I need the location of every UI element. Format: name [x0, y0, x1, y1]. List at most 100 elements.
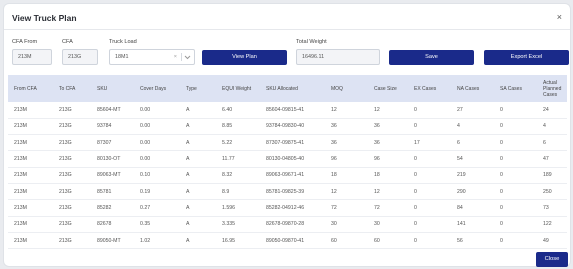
table-cell: 18 — [325, 167, 368, 184]
close-button[interactable]: Close — [536, 252, 568, 267]
table-header-row: From CFA To CFA SKU Cover Days Type EQUI Weig… — [8, 75, 567, 102]
table-cell: 219 — [451, 167, 494, 184]
table-cell: 0.00 — [134, 150, 180, 168]
table-row[interactable]: 213M 213G 89063-MT 0.10 A 8.32 89063-09671-41 1… — [8, 167, 567, 184]
table-row[interactable]: 213M 213G 93784 0.00 A 8.85 93784-09830-40 36 36… — [8, 118, 567, 136]
table-cell: 213M — [8, 216, 53, 233]
table-cell: 0 — [408, 232, 451, 250]
table-cell: 85282 — [91, 199, 134, 217]
table-cell: 93784-09830-40 — [260, 118, 325, 136]
table-cell: 12 — [325, 183, 368, 201]
table-cell: 89050-09870-41 — [260, 232, 325, 250]
export-excel-button[interactable]: Export Excel — [484, 50, 569, 65]
table-cell: 0.10 — [134, 167, 180, 184]
table-cell: 89063-MT — [91, 167, 134, 184]
table-cell: 0 — [494, 216, 537, 233]
table-cell: 0 — [494, 232, 537, 250]
truck-plan-table-container[interactable]: From CFA To CFA SKU Cover Days Type EQUI Weig… — [8, 75, 567, 250]
clear-icon[interactable]: × — [174, 50, 177, 64]
table-cell: 85604-09815-41 — [260, 102, 325, 119]
table-cell: 8.85 — [216, 118, 260, 136]
table-row[interactable]: 213M 213G 82678 0.35 A 3.335 82678-09870-28 30 3… — [8, 216, 567, 233]
table-cell: 0.35 — [134, 216, 180, 233]
table-cell: 87307 — [91, 134, 134, 152]
column-header: EQUI Weight — [216, 75, 260, 102]
table-cell: 213G — [53, 199, 91, 217]
table-cell: 0 — [494, 199, 537, 217]
table-cell: 30 — [325, 216, 368, 233]
table-cell: 0 — [494, 118, 537, 136]
save-button[interactable]: Save — [389, 50, 474, 65]
table-cell: 189 — [537, 167, 567, 184]
table-row[interactable]: 213M 213G 89050-MT 1.02 A 16.95 89050-09870-41… — [8, 232, 567, 250]
table-cell: A — [180, 134, 216, 152]
column-header: NA Cases — [451, 75, 494, 102]
table-cell: 250 — [537, 183, 567, 201]
column-header: SKU Allocated — [260, 75, 325, 102]
table-cell: 82678 — [91, 216, 134, 233]
table-cell: 213G — [53, 134, 91, 152]
view-truck-plan-modal: View Truck Plan × CFA From 213M CFA 213G… — [3, 3, 571, 267]
table-row[interactable]: 213M 213G 85781 0.19 A 8.9 85781-09825-39 12 12 0… — [8, 183, 567, 201]
column-header: MOQ — [325, 75, 368, 102]
truck-load-select[interactable]: 18M1 × — [109, 49, 195, 65]
table-cell: 122 — [537, 216, 567, 233]
table-cell: 11.77 — [216, 150, 260, 168]
table-cell: 213G — [53, 232, 91, 250]
view-plan-button[interactable]: View Plan — [202, 50, 287, 65]
table-cell: 96 — [368, 150, 408, 168]
table-row[interactable]: 213M 213G 80130-OT 0.00 A 11.77 80130-04805-40… — [8, 150, 567, 168]
close-icon[interactable]: × — [557, 12, 562, 22]
table-cell: 213M — [8, 167, 53, 184]
column-header: Actual Planned Cases — [537, 75, 567, 102]
cfa-field[interactable]: 213G — [62, 49, 98, 65]
table-cell: 49 — [537, 232, 567, 250]
column-header: SKU — [91, 75, 134, 102]
table-cell: 213M — [8, 134, 53, 152]
table-cell: 4 — [451, 118, 494, 136]
table-cell: A — [180, 102, 216, 119]
table-cell: 0 — [494, 102, 537, 119]
table-cell: 213M — [8, 102, 53, 119]
column-header: Cover Days — [134, 75, 180, 102]
table-cell: 6 — [451, 134, 494, 152]
column-header: SA Cases — [494, 75, 537, 102]
table-cell: 0 — [494, 183, 537, 201]
table-cell: 80130-04805-40 — [260, 150, 325, 168]
table-cell: 4 — [537, 118, 567, 136]
truck-plan-table: From CFA To CFA SKU Cover Days Type EQUI Weig… — [8, 75, 567, 250]
table-cell: 0 — [494, 134, 537, 152]
select-separator — [181, 53, 182, 61]
table-cell: A — [180, 199, 216, 217]
truck-load-value: 18M1 — [115, 54, 129, 60]
table-cell: 213G — [53, 183, 91, 201]
column-header: Case Size — [368, 75, 408, 102]
table-cell: 24 — [537, 102, 567, 119]
table-cell: 85282-04912-46 — [260, 199, 325, 217]
table-cell: 60 — [368, 232, 408, 250]
table-cell: 93784 — [91, 118, 134, 136]
table-cell: 56 — [451, 232, 494, 250]
table-row[interactable]: 213M 213G 87307 0.00 A 5.22 87307-09875-41 36 36… — [8, 134, 567, 152]
table-cell: 0 — [408, 150, 451, 168]
table-cell: 18 — [368, 167, 408, 184]
table-cell: 6 — [537, 134, 567, 152]
table-cell: 8.9 — [216, 183, 260, 201]
table-cell: 82678-09870-28 — [260, 216, 325, 233]
column-header: To CFA — [53, 75, 91, 102]
chevron-down-icon[interactable] — [184, 55, 191, 60]
cfa-from-field[interactable]: 213M — [12, 49, 52, 65]
table-cell: 0 — [408, 183, 451, 201]
total-weight-field: 16496.11 — [296, 49, 380, 65]
table-cell: 54 — [451, 150, 494, 168]
table-cell: 47 — [537, 150, 567, 168]
table-cell: 89050-MT — [91, 232, 134, 250]
table-cell: 213G — [53, 102, 91, 119]
table-cell: 0.19 — [134, 183, 180, 201]
table-row[interactable]: 213M 213G 85282 0.27 A 1.596 85282-04912-46 72 7… — [8, 199, 567, 217]
table-row[interactable]: 213M 213G 85604-MT 0.00 A 6.40 85604-09815-41 1… — [8, 102, 567, 119]
table-cell: 12 — [368, 183, 408, 201]
table-cell: 72 — [368, 199, 408, 217]
column-header: From CFA — [8, 75, 53, 102]
table-cell: A — [180, 216, 216, 233]
